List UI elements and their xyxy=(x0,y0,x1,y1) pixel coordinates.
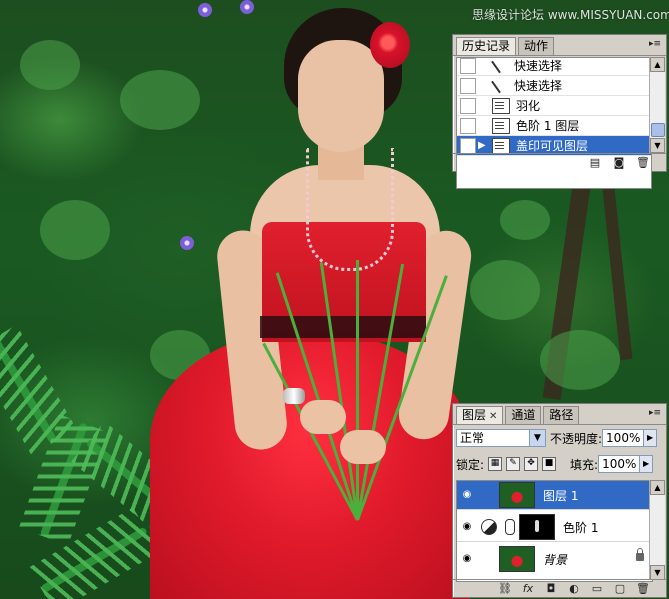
history-source-checkbox[interactable] xyxy=(460,97,476,114)
tab-history[interactable]: 历史记录 xyxy=(456,37,517,55)
history-item[interactable]: 快速选择 xyxy=(457,76,651,96)
layer-name: 图层 1 xyxy=(543,488,579,503)
scroll-down-button[interactable]: ▼ xyxy=(650,565,665,580)
watermark: 思缘设计论坛 www.MISSYUAN.com xyxy=(472,8,669,22)
layers-footer: ⛓ fx ◘ ◐ ▭ ▢ 🗑 xyxy=(453,579,666,597)
current-state-arrow-icon: ▶ xyxy=(478,140,486,151)
chain-link-icon[interactable] xyxy=(505,519,515,535)
history-source-checkbox[interactable] xyxy=(460,137,476,154)
blend-opacity-row: 正常 ▼ 不透明度: 100% ▶ xyxy=(456,428,658,448)
history-source-checkbox[interactable] xyxy=(460,77,476,94)
fx-icon[interactable]: fx xyxy=(521,582,535,595)
layer-row[interactable]: ◉ 背景 xyxy=(457,545,652,573)
trash-icon[interactable]: 🗑 xyxy=(636,156,650,169)
layer-name: 色阶 1 xyxy=(563,520,599,535)
layer-mask-thumbnail[interactable] xyxy=(519,514,555,540)
scroll-up-button[interactable]: ▲ xyxy=(650,480,665,495)
history-item-label: 色阶 1 图层 xyxy=(516,119,580,133)
layer-list: ◉ 图层 1 ◉ 色阶 1 ◉ 背景 xyxy=(456,480,653,582)
layer-row[interactable]: ◉ 色阶 1 xyxy=(457,513,652,542)
fill-slider-arrow[interactable]: ▶ xyxy=(640,455,654,473)
chevron-down-icon[interactable]: ▼ xyxy=(529,430,545,446)
levels-adjustment-icon xyxy=(481,519,497,535)
trash-icon[interactable]: 🗑 xyxy=(636,582,650,595)
history-scrollbar[interactable]: ▲ ▼ xyxy=(649,57,665,153)
new-document-from-state-icon[interactable]: ▤ xyxy=(588,156,602,169)
opacity-field[interactable]: 100% xyxy=(602,429,645,447)
scroll-up-button[interactable]: ▲ xyxy=(650,57,665,72)
history-state-icon xyxy=(492,97,510,114)
history-panel: 历史记录 动作 ▸≡ 快速选择 快速选择 羽化 色阶 1 图层 ▶ 盖印可见图层… xyxy=(452,34,667,189)
blend-mode-select[interactable]: 正常 ▼ xyxy=(456,429,546,447)
panel-menu-icon[interactable]: ▸≡ xyxy=(648,38,662,50)
tab-paths[interactable]: 路径 xyxy=(543,406,580,424)
lock-fill-row: 锁定: ▦ ✎ ✥ ■ 填充: 100% ▶ xyxy=(456,454,654,474)
history-state-icon xyxy=(492,117,510,134)
layers-panel-tabs: 图层 ✕ 通道 路径 xyxy=(453,404,666,425)
history-item[interactable]: 色阶 1 图层 xyxy=(457,116,651,136)
adjustment-icon[interactable]: ◐ xyxy=(567,582,581,595)
layers-panel: 图层 ✕ 通道 路径 ▸≡ 正常 ▼ 不透明度: 100% ▶ 锁定: ▦ ✎ ✥… xyxy=(452,403,667,598)
lock-image-pixels-icon[interactable]: ✎ xyxy=(506,457,521,471)
blend-mode-value: 正常 xyxy=(460,431,485,445)
history-item[interactable]: 羽化 xyxy=(457,96,651,116)
lock-transparent-pixels-icon[interactable]: ▦ xyxy=(488,457,503,471)
layers-scrollbar[interactable]: ▲ ▼ xyxy=(649,480,665,580)
new-layer-icon[interactable]: ▢ xyxy=(613,582,627,595)
history-item[interactable]: 快速选择 xyxy=(457,58,651,76)
tab-layers[interactable]: 图层 ✕ xyxy=(456,406,504,424)
lock-icon xyxy=(636,548,644,561)
panel-menu-icon[interactable]: ▸≡ xyxy=(648,407,662,419)
history-item-label: 快速选择 xyxy=(514,79,563,93)
lock-all-icon[interactable]: ■ xyxy=(542,457,557,471)
close-icon[interactable]: ✕ xyxy=(489,411,497,422)
magic-wand-icon xyxy=(492,59,508,73)
group-folder-icon[interactable]: ▭ xyxy=(590,582,604,595)
eye-visibility-icon[interactable]: ◉ xyxy=(459,520,475,534)
opacity-label: 不透明度: xyxy=(550,431,603,446)
link-icon[interactable]: ⛓ xyxy=(498,582,512,595)
history-item-label: 快速选择 xyxy=(514,59,563,73)
fill-field[interactable]: 100% xyxy=(598,455,641,473)
layer-name: 背景 xyxy=(543,552,568,567)
layer-link-slot xyxy=(479,551,495,567)
history-item-label: 盖印可见图层 xyxy=(516,139,589,153)
layer-row[interactable]: ◉ 图层 1 xyxy=(457,481,652,510)
history-item-label: 羽化 xyxy=(516,99,541,113)
history-footer: ▤ ◙ 🗑 xyxy=(453,153,666,171)
opacity-slider-arrow[interactable]: ▶ xyxy=(644,429,658,447)
tab-layers-label: 图层 xyxy=(462,408,487,422)
layer-thumbnail xyxy=(499,482,535,508)
history-state-icon xyxy=(492,137,510,154)
scroll-thumb[interactable] xyxy=(651,123,665,137)
camera-snapshot-icon[interactable]: ◙ xyxy=(612,156,626,169)
layer-link-slot xyxy=(479,487,495,503)
history-source-checkbox[interactable] xyxy=(460,58,476,74)
eye-visibility-icon[interactable]: ◉ xyxy=(459,488,475,502)
lock-label: 锁定: xyxy=(456,457,485,472)
history-panel-tabs: 历史记录 动作 xyxy=(453,35,666,56)
tab-actions[interactable]: 动作 xyxy=(518,37,555,55)
layer-thumbnail xyxy=(499,546,535,572)
lock-position-icon[interactable]: ✥ xyxy=(524,457,539,471)
scroll-down-button[interactable]: ▼ xyxy=(650,138,665,153)
tab-channels[interactable]: 通道 xyxy=(505,406,542,424)
eye-visibility-icon[interactable]: ◉ xyxy=(459,552,475,566)
fill-label: 填充: xyxy=(570,457,599,472)
magic-wand-icon xyxy=(492,79,508,93)
mask-icon[interactable]: ◘ xyxy=(544,582,558,595)
history-source-checkbox[interactable] xyxy=(460,117,476,134)
